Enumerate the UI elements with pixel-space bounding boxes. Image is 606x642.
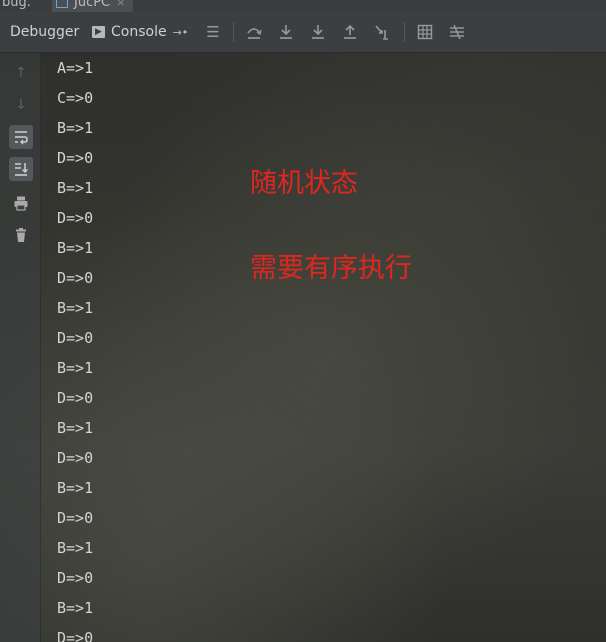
soft-wrap-icon[interactable] xyxy=(9,125,33,149)
console-output[interactable]: A=>1 C=>0 B=>1 D=>0 B=>1 D=>0 B=>1 D=>0 … xyxy=(57,56,577,642)
step-into-icon[interactable] xyxy=(276,22,296,42)
tab-console-label: Console xyxy=(111,24,167,40)
console-line: B=>1 xyxy=(57,539,94,557)
console-line: D=>0 xyxy=(57,389,94,407)
print-icon[interactable] xyxy=(9,191,33,215)
down-arrow-icon[interactable]: ↓ xyxy=(9,93,33,117)
console-icon: ▶ xyxy=(92,26,105,38)
tab-console[interactable]: ▶ Console →• xyxy=(92,21,188,43)
trash-icon[interactable] xyxy=(9,223,33,247)
tab-debugger-label: Debugger xyxy=(10,24,80,40)
ide-debug-console: bug. JucPC × Debugger ▶ Console →• ☰ ↑ ↓… xyxy=(0,0,606,642)
editor-tab-strip: bug. JucPC × xyxy=(0,0,606,12)
console-line: B=>1 xyxy=(57,359,94,377)
console-line: B=>1 xyxy=(57,299,94,317)
java-file-icon xyxy=(56,0,68,8)
console-line: D=>0 xyxy=(57,629,94,642)
tab-debugger[interactable]: Debugger xyxy=(10,21,79,43)
editor-tab-partial[interactable]: bug. xyxy=(2,0,31,12)
console-line: D=>0 xyxy=(57,329,94,347)
trace-current-stream-icon[interactable] xyxy=(447,22,467,42)
force-step-into-icon[interactable] xyxy=(308,22,328,42)
console-line: B=>1 xyxy=(57,479,94,497)
console-line: C=>0 xyxy=(57,89,94,107)
console-line: D=>0 xyxy=(57,569,94,587)
console-line: D=>0 xyxy=(57,449,94,467)
console-line: B=>1 xyxy=(57,599,94,617)
editor-tab-jucpc[interactable]: JucPC × xyxy=(52,0,134,12)
close-icon[interactable]: × xyxy=(116,0,125,9)
console-gutter: ↑ ↓ xyxy=(0,53,41,642)
step-out-icon[interactable] xyxy=(340,22,360,42)
step-over-icon[interactable] xyxy=(244,22,264,42)
console-line: D=>0 xyxy=(57,509,94,527)
toolbar-divider xyxy=(404,22,405,42)
annotation-random-state: 随机状态 xyxy=(250,168,358,199)
editor-tab-label: bug. xyxy=(2,0,31,10)
run-to-cursor-icon[interactable] xyxy=(372,22,392,42)
menu-icon[interactable]: ☰ xyxy=(203,22,223,42)
debugger-toolbar: Debugger ▶ Console →• ☰ xyxy=(0,12,606,53)
console-line: D=>0 xyxy=(57,209,94,227)
console-line: A=>1 xyxy=(57,59,94,77)
evaluate-expression-icon[interactable] xyxy=(415,22,435,42)
toolbar-divider xyxy=(233,22,234,42)
console-line: B=>1 xyxy=(57,419,94,437)
editor-tab-label: JucPC xyxy=(74,0,111,10)
console-line: B=>1 xyxy=(57,119,94,137)
annotation-ordered-execution: 需要有序执行 xyxy=(250,253,412,284)
pin-icon[interactable]: →• xyxy=(173,26,189,39)
scroll-to-end-icon[interactable] xyxy=(9,157,33,181)
up-arrow-icon[interactable]: ↑ xyxy=(9,61,33,85)
